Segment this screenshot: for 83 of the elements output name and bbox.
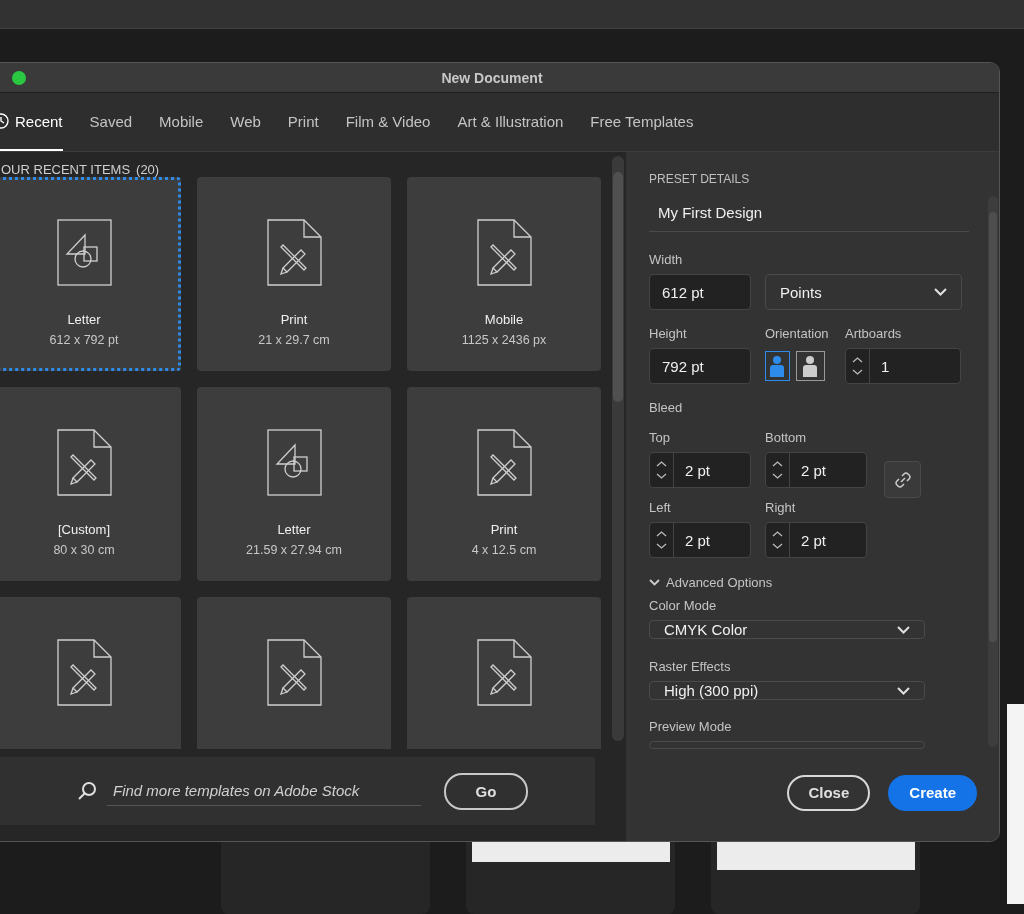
category-tab[interactable]: Web <box>230 93 261 151</box>
category-tab[interactable]: Film & Video <box>345 93 431 151</box>
category-tab[interactable]: Free Templates <box>590 93 694 151</box>
preset-card[interactable]: Print 21 x 29.7 cm <box>197 177 391 371</box>
document-ruler-pencil-icon <box>476 219 532 286</box>
preset-card[interactable]: Mobile 1125 x 2436 px <box>407 177 601 371</box>
preset-size: 21 x 29.7 cm <box>258 333 330 347</box>
search-icon <box>77 781 97 801</box>
window-title: New Document <box>441 69 543 86</box>
preset-name: [Custom] <box>58 522 110 537</box>
field-label: Artboards <box>845 326 903 341</box>
create-button[interactable]: Create <box>888 775 977 811</box>
close-button[interactable]: Close <box>787 775 871 811</box>
preset-size: 1125 x 2436 px <box>461 333 547 347</box>
section-label: Bleed <box>649 400 684 415</box>
item-count: (20) <box>136 162 160 177</box>
preset-card[interactable] <box>0 597 181 749</box>
preset-card[interactable]: Print 4 x 12.5 cm <box>407 387 601 581</box>
zoom-window-button[interactable] <box>12 71 26 85</box>
bleed-field[interactable]: 2 pt <box>649 452 751 488</box>
bleed-field[interactable]: 2 pt <box>765 452 867 488</box>
preset-size: 4 x 12.5 cm <box>471 543 537 557</box>
link-icon <box>893 470 912 489</box>
preset-name: Letter <box>277 522 311 537</box>
preset-card[interactable]: [Custom] 80 x 30 cm <box>0 387 181 581</box>
preset-card[interactable]: Letter 612 x 792 pt <box>0 177 181 371</box>
preset-name: Mobile <box>484 312 524 327</box>
chevron-down-icon <box>934 288 947 296</box>
person-icon <box>801 355 820 377</box>
height-field[interactable]: 792 pt <box>649 348 751 384</box>
preset-card[interactable] <box>407 597 601 749</box>
field-label: Preview Mode <box>649 719 733 734</box>
preset-size: 80 x 30 cm <box>53 543 115 557</box>
document-ruler-pencil-icon <box>476 429 532 496</box>
category-tab[interactable]: Saved <box>89 93 133 151</box>
landscape-button[interactable] <box>795 351 825 381</box>
units-dropdown[interactable]: Points <box>765 274 962 310</box>
preset-name: Print <box>490 522 518 537</box>
section-heading: PRESET DETAILS <box>649 172 751 186</box>
link-button[interactable] <box>884 461 921 498</box>
preset-card[interactable] <box>197 597 391 749</box>
section-heading: OUR RECENT ITEMS <box>1 162 131 177</box>
person-icon <box>768 355 787 377</box>
document-ruler-pencil-icon <box>266 219 322 286</box>
document-ruler-pencil-icon <box>476 639 532 706</box>
field-label: Bottom <box>765 430 808 445</box>
document-shapes-icon <box>56 219 112 286</box>
document-ruler-pencil-icon <box>56 639 112 706</box>
portrait-button[interactable] <box>765 351 790 381</box>
document-ruler-pencil-icon <box>56 429 112 496</box>
chevron-icon <box>649 579 660 586</box>
field-label: Right <box>765 500 797 515</box>
field-label: Top <box>649 430 671 445</box>
go-button[interactable]: Go <box>444 772 528 810</box>
field-label: Height <box>649 326 688 341</box>
preset-card[interactable]: Letter 21.59 x 27.94 cm <box>197 387 391 581</box>
field-label: Width <box>649 252 684 267</box>
preset-name-field[interactable]: My First Design <box>649 204 969 232</box>
field-label: Color Mode <box>649 598 718 613</box>
bleed-field[interactable]: 2 pt <box>765 522 867 558</box>
field-label: Orientation <box>765 326 830 341</box>
preset-name: Letter <box>67 312 101 327</box>
field-label: Raster Effects <box>649 659 732 674</box>
search-field[interactable]: Find more templates on Adobe Stock <box>107 776 421 806</box>
raster-effects-dropdown[interactable]: High (300 ppi) <box>649 681 925 700</box>
preset-name: Print <box>280 312 308 327</box>
artboards-field[interactable]: 1 <box>845 348 961 384</box>
advanced-options-toggle[interactable]: Advanced Options <box>649 575 988 590</box>
width-field[interactable]: 612 pt <box>649 274 751 310</box>
field-label: Left <box>649 500 672 515</box>
document-ruler-pencil-icon <box>266 639 322 706</box>
category-tab[interactable]: Art & Illustration <box>457 93 564 151</box>
preset-size: 612 x 792 pt <box>49 333 119 347</box>
scrollbar[interactable] <box>612 156 624 741</box>
bleed-field[interactable]: 2 pt <box>649 522 751 558</box>
chevron-down-icon <box>897 686 910 695</box>
category-tab[interactable]: Print <box>287 93 319 151</box>
category-tab[interactable]: Mobile <box>159 93 204 151</box>
preset-size: 21.59 x 27.94 cm <box>246 543 342 557</box>
color-mode-dropdown[interactable]: CMYK Color <box>649 620 925 639</box>
scrollbar[interactable] <box>988 196 998 747</box>
chevron-down-icon <box>897 625 910 634</box>
document-shapes-icon <box>266 429 322 496</box>
